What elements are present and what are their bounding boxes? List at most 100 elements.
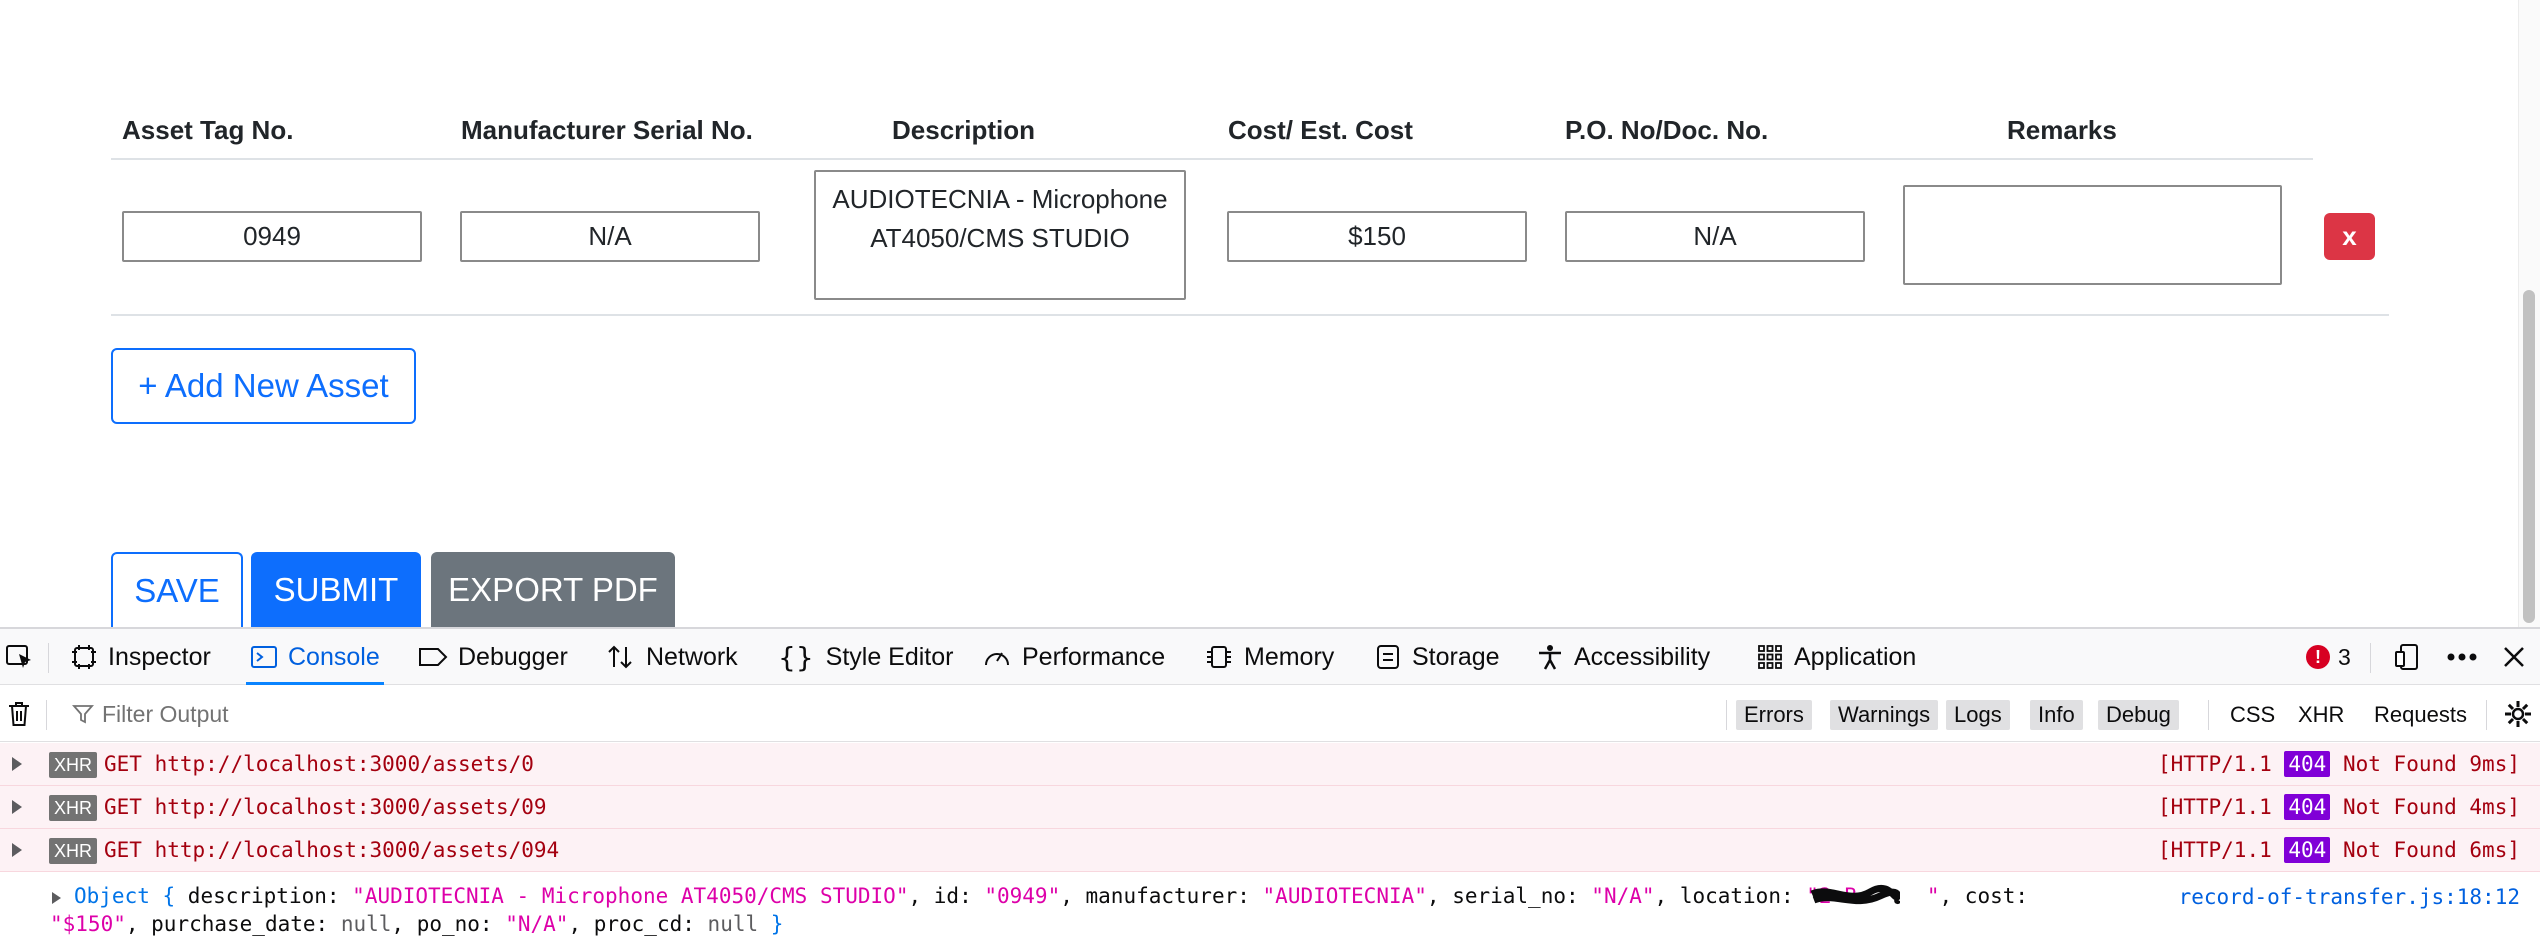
header-divider <box>111 158 2313 160</box>
log-url[interactable]: http://localhost:3000/assets/09 <box>155 795 547 819</box>
tab-inspector-label: Inspector <box>108 642 211 671</box>
save-button[interactable]: SAVE <box>111 552 243 627</box>
accessibility-icon <box>1539 645 1561 670</box>
error-icon: ! <box>2306 645 2330 669</box>
storage-icon <box>1377 645 1399 669</box>
tab-style-editor[interactable]: {} Style Editor <box>778 629 953 685</box>
log-status: [HTTP/1.1 404 Not Found 4ms] <box>2157 794 2520 820</box>
header-description: Description <box>892 115 1036 145</box>
tab-accessibility[interactable]: Accessibility <box>1536 629 1710 685</box>
console-object-log[interactable]: Object { description: "AUDIOTECNIA - Mic… <box>0 883 2540 946</box>
filter-debug[interactable]: Debug <box>2098 700 2179 730</box>
filter-info[interactable]: Info <box>2030 700 2083 730</box>
devtools-panel: Inspector Console Debugger Network {} St… <box>0 627 2540 944</box>
header-asset-tag: Asset Tag No. <box>122 115 294 145</box>
toolbar-separator <box>46 700 47 730</box>
braces-icon: {} <box>778 640 814 674</box>
tab-storage-label: Storage <box>1412 642 1500 671</box>
log-message: GET http://localhost:3000/assets/09 <box>104 795 547 819</box>
more-options-icon[interactable] <box>2442 629 2482 685</box>
tab-debugger[interactable]: Debugger <box>418 629 568 685</box>
filter-errors[interactable]: Errors <box>1736 700 1812 730</box>
redacted-location: "2 B <box>1806 882 1927 910</box>
toolbar-separator <box>48 643 49 673</box>
status-code-badge: 404 <box>2284 751 2331 777</box>
filter-css[interactable]: CSS <box>2230 700 2275 730</box>
console-filter-bar: Filter Output Errors Warnings Logs Info … <box>0 686 2540 742</box>
toolbar-separator <box>2486 700 2487 730</box>
application-grid-icon <box>1758 645 1782 669</box>
expand-arrow-icon[interactable] <box>52 892 61 904</box>
row-divider <box>111 314 2389 316</box>
log-message: GET http://localhost:3000/assets/0 <box>104 752 534 776</box>
error-count-badge[interactable]: ! 3 <box>2306 629 2351 685</box>
tab-inspector[interactable]: Inspector <box>70 629 211 685</box>
delete-row-button[interactable]: x <box>2324 213 2375 260</box>
log-message: GET http://localhost:3000/assets/094 <box>104 838 560 862</box>
expand-arrow-icon[interactable] <box>12 800 22 814</box>
tab-storage[interactable]: Storage <box>1374 629 1500 685</box>
object-line-1: Object { description: "AUDIOTECNIA - Mic… <box>74 882 2029 910</box>
submit-button[interactable]: SUBMIT <box>251 552 421 627</box>
responsive-design-icon[interactable] <box>2390 629 2426 685</box>
network-icon <box>608 645 632 669</box>
xhr-badge: XHR <box>49 752 98 778</box>
filter-logs[interactable]: Logs <box>1946 700 2010 730</box>
export-pdf-button[interactable]: EXPORT PDF <box>431 552 675 627</box>
header-po-no: P.O. No/Doc. No. <box>1565 115 1769 145</box>
status-code-badge: 404 <box>2284 837 2331 863</box>
log-status: [HTTP/1.1 404 Not Found 9ms] <box>2157 751 2520 777</box>
toolbar-separator <box>2370 643 2371 673</box>
filter-placeholder: Filter Output <box>102 700 229 727</box>
tab-network[interactable]: Network <box>606 629 738 685</box>
tab-memory[interactable]: Memory <box>1204 629 1334 685</box>
trash-icon[interactable] <box>2 686 36 742</box>
close-icon[interactable] <box>2494 629 2534 685</box>
log-url[interactable]: http://localhost:3000/assets/0 <box>155 752 534 776</box>
filter-requests[interactable]: Requests <box>2374 700 2467 730</box>
inspector-icon <box>72 645 96 669</box>
console-log-row[interactable]: XHR GET http://localhost:3000/assets/094… <box>0 829 2540 872</box>
tab-debugger-label: Debugger <box>458 642 568 671</box>
filter-xhr[interactable]: XHR <box>2298 700 2344 730</box>
memory-icon <box>1207 646 1231 668</box>
toolbar-separator <box>1726 700 1727 730</box>
filter-output-input[interactable]: Filter Output <box>72 686 229 742</box>
log-status: [HTTP/1.1 404 Not Found 6ms] <box>2157 837 2520 863</box>
tab-network-label: Network <box>646 642 738 671</box>
tab-style-editor-label: Style Editor <box>825 642 954 671</box>
source-link[interactable]: record-of-transfer.js:18:12 <box>2179 883 2520 911</box>
remarks-textarea[interactable] <box>1903 185 2282 285</box>
filter-warnings[interactable]: Warnings <box>1830 700 1939 730</box>
tab-performance[interactable]: Performance <box>982 629 1165 685</box>
tab-application[interactable]: Application <box>1756 629 1916 685</box>
tab-application-label: Application <box>1794 642 1917 671</box>
expand-arrow-icon[interactable] <box>12 843 22 857</box>
tab-performance-label: Performance <box>1022 642 1166 671</box>
performance-icon <box>985 652 1009 666</box>
status-code-badge: 404 <box>2284 794 2331 820</box>
serial-no-input[interactable]: N/A <box>460 211 760 262</box>
settings-gear-icon[interactable] <box>2500 686 2536 742</box>
asset-tag-input[interactable]: 0949 <box>122 211 422 262</box>
add-new-asset-button[interactable]: + Add New Asset <box>111 348 416 424</box>
header-cost: Cost/ Est. Cost <box>1228 115 1413 145</box>
debugger-icon <box>419 648 448 666</box>
console-log-row[interactable]: XHR GET http://localhost:3000/assets/0 [… <box>0 743 2540 786</box>
cost-input[interactable]: $150 <box>1227 211 1527 262</box>
expand-arrow-icon[interactable] <box>12 757 22 771</box>
page-scrollbar-thumb[interactable] <box>2523 290 2535 623</box>
console-log-row[interactable]: XHR GET http://localhost:3000/assets/09 … <box>0 786 2540 829</box>
web-page: Asset Tag No. Manufacturer Serial No. De… <box>0 0 2540 627</box>
toolbar-separator <box>2208 700 2209 730</box>
tab-accessibility-label: Accessibility <box>1574 642 1711 671</box>
po-no-input[interactable]: N/A <box>1565 211 1865 262</box>
description-textarea[interactable]: AUDIOTECNIA - Microphone AT4050/CMS STUD… <box>814 170 1186 300</box>
element-picker-icon[interactable] <box>2 629 38 685</box>
log-url[interactable]: http://localhost:3000/assets/094 <box>155 838 560 862</box>
console-icon <box>251 646 277 668</box>
xhr-badge: XHR <box>49 795 98 821</box>
tab-memory-label: Memory <box>1244 642 1335 671</box>
tab-console[interactable]: Console <box>246 629 384 685</box>
filter-icon <box>72 705 94 724</box>
